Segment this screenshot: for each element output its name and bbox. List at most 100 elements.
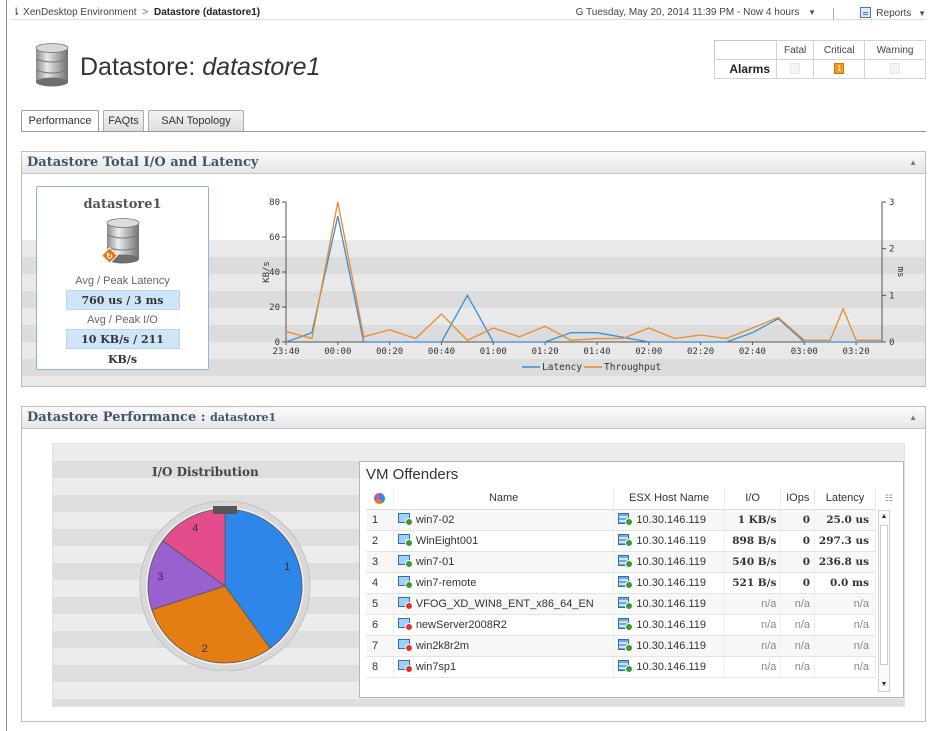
x-tick-label: 01:20 <box>532 347 559 357</box>
vm-name-cell[interactable]: win7-01 <box>393 551 615 573</box>
breadcrumb-separator: > <box>142 7 149 18</box>
vm-name: win7sp1 <box>415 661 457 673</box>
vm-name-cell[interactable]: newServer2008R2 <box>393 614 615 636</box>
scroll-down-icon[interactable]: ▼ <box>879 679 889 691</box>
collapse-icon[interactable]: ▲ <box>909 407 917 428</box>
table-row[interactable]: 8 win7sp1 10.30.146.119 n/a n/a n/a <box>366 656 876 678</box>
tab-san-topology[interactable]: SAN Topology <box>148 110 244 131</box>
vm-name-cell[interactable]: WinEight001 <box>393 530 615 552</box>
pie-marker <box>213 506 237 514</box>
latency-value: n/a <box>814 614 876 636</box>
time-range-selector[interactable]: G Tuesday, May 20, 2014 11:39 PM - Now 4… <box>576 7 816 18</box>
panel-header[interactable]: Datastore Performance : datastore1 ▲ <box>22 407 925 429</box>
row-number: 4 <box>366 572 394 594</box>
panel-title: Datastore Performance : <box>27 410 211 425</box>
tree-icon[interactable]: ⇂ <box>12 7 20 18</box>
latency-value: 297.3 us <box>814 530 876 552</box>
io-value: n/a <box>724 656 782 678</box>
vm-status-icon <box>397 555 413 568</box>
esx-host-name: 10.30.146.119 <box>636 577 706 589</box>
vm-offenders-panel: VM Offenders ☷ Name ESX Host Name I/O IO… <box>359 461 904 698</box>
vm-name-cell[interactable]: win7-02 <box>393 509 615 531</box>
esx-host-cell[interactable]: 10.30.146.119 <box>613 635 725 657</box>
vm-name-cell[interactable]: VFOG_XD_WIN8_ENT_x86_64_EN <box>393 593 615 615</box>
col-iops[interactable]: IOps <box>780 488 816 510</box>
latency-value: n/a <box>814 593 876 615</box>
vm-name-cell[interactable]: win7-remote <box>393 572 615 594</box>
table-scrollbar[interactable]: ▲ ▼ <box>878 510 890 692</box>
alarm-warning-count <box>890 63 901 75</box>
vm-name: win7-02 <box>415 514 455 526</box>
esx-host-cell[interactable]: 10.30.146.119 <box>613 614 725 636</box>
esx-host-cell[interactable]: 10.30.146.119 <box>613 593 725 615</box>
io-distribution-title: I/O Distribution <box>152 465 259 479</box>
breadcrumb-current: Datastore (datastore1) <box>153 7 261 18</box>
datastore-summary-card[interactable]: datastore1 ↻ Avg / Peak Latency 760 us /… <box>36 186 209 370</box>
iops-value: 0 <box>780 572 816 594</box>
vm-name-cell[interactable]: win7sp1 <box>393 656 615 678</box>
iops-value: 0 <box>780 509 816 531</box>
series-line-latency <box>285 215 882 343</box>
chevron-down-icon: ▼ <box>918 9 926 18</box>
io-distribution-pie[interactable]: 1 2 3 4 <box>130 501 320 671</box>
io-value: 540 B/s <box>724 551 782 573</box>
x-tick-label: 03:00 <box>791 347 818 357</box>
tab-faqts[interactable]: FAQts <box>103 110 144 131</box>
iops-value: n/a <box>780 635 816 657</box>
col-io[interactable]: I/O <box>724 488 782 510</box>
esx-host-cell[interactable]: 10.30.146.119 <box>613 551 725 573</box>
y-tick-label-right: 3 <box>889 198 894 208</box>
col-esx-host[interactable]: ESX Host Name <box>613 488 725 510</box>
col-chart[interactable] <box>366 488 394 510</box>
io-value: 898 B/s <box>724 530 782 552</box>
table-row[interactable]: 7 win2k8r2m 10.30.146.119 n/a n/a n/a <box>366 635 876 657</box>
alarm-fatal-cell[interactable] <box>775 59 815 79</box>
esx-host-cell[interactable]: 10.30.146.119 <box>613 572 725 594</box>
column-settings-icon[interactable]: ☷ <box>885 493 893 504</box>
io-value: n/a <box>724 614 782 636</box>
breadcrumb-root-link[interactable]: XenDesktop Environment <box>23 7 136 18</box>
y-tick-label-right: 2 <box>889 245 894 255</box>
table-row[interactable]: 5 VFOG_XD_WIN8_ENT_x86_64_EN 10.30.146.119… <box>366 593 876 615</box>
col-latency[interactable]: Latency <box>814 488 876 510</box>
table-row[interactable]: 6 newServer2008R2 10.30.146.119 n/a n/a n/a <box>366 614 876 636</box>
collapse-icon[interactable]: ▲ <box>909 152 917 173</box>
table-header-row: Name ESX Host Name I/O IOps Latency <box>366 488 876 510</box>
vm-name-cell[interactable]: win2k8r2m <box>393 635 615 657</box>
pie-slice-label-4: 4 <box>192 523 198 535</box>
pie-slice-label-2: 2 <box>202 643 208 655</box>
table-row[interactable]: 3 win7-01 10.30.146.119 540 B/s 0 236.8 us <box>366 551 876 573</box>
breadcrumb: ⇂ XenDesktop Environment > Datastore (da… <box>12 7 260 18</box>
latency-value: n/a <box>814 656 876 678</box>
divider <box>12 19 926 20</box>
table-row[interactable]: 4 win7-remote 10.30.146.119 521 B/s 0 0.0 ms <box>366 572 876 594</box>
svg-text:↻: ↻ <box>106 252 113 261</box>
vm-offenders-table: Name ESX Host Name I/O IOps Latency 1 win… <box>366 488 876 678</box>
iops-value: n/a <box>780 593 816 615</box>
pie-slice-label-3: 3 <box>157 571 163 583</box>
alarms-corner <box>715 41 777 60</box>
host-icon <box>618 534 634 547</box>
esx-host-name: 10.30.146.119 <box>636 514 706 526</box>
esx-host-cell[interactable]: 10.30.146.119 <box>613 509 725 531</box>
alarm-warning-cell[interactable] <box>864 59 926 79</box>
esx-host-cell[interactable]: 10.30.146.119 <box>613 530 725 552</box>
x-tick-label: 03:20 <box>843 347 870 357</box>
row-number: 7 <box>366 635 394 657</box>
col-name[interactable]: Name <box>393 488 615 510</box>
table-row[interactable]: 2 WinEight001 10.30.146.119 898 B/s 0 297.3 u… <box>366 530 876 552</box>
row-number: 2 <box>366 530 394 552</box>
io-latency-chart[interactable]: 0204060800123KB/s ms23:40 00:00 00:20 00:40 0… <box>222 176 912 386</box>
host-icon <box>618 597 634 610</box>
table-row[interactable]: 1 win7-02 10.30.146.119 1 KB/s 0 25.0 us <box>366 509 876 531</box>
reports-menu-button[interactable]: Reports ▼ <box>859 7 926 19</box>
panel-header[interactable]: Datastore Total I/O and Latency ▲ <box>22 152 925 174</box>
scroll-thumb[interactable] <box>880 525 888 665</box>
latency-value: 760 us / 3 ms <box>65 290 180 310</box>
x-tick-label: 00:00 <box>324 347 351 357</box>
alarm-critical-cell[interactable]: 1 <box>813 59 866 79</box>
esx-host-cell[interactable]: 10.30.146.119 <box>613 656 725 678</box>
tab-performance[interactable]: Performance <box>21 110 99 132</box>
vm-status-icon <box>397 618 413 631</box>
scroll-up-icon[interactable]: ▲ <box>879 511 889 523</box>
